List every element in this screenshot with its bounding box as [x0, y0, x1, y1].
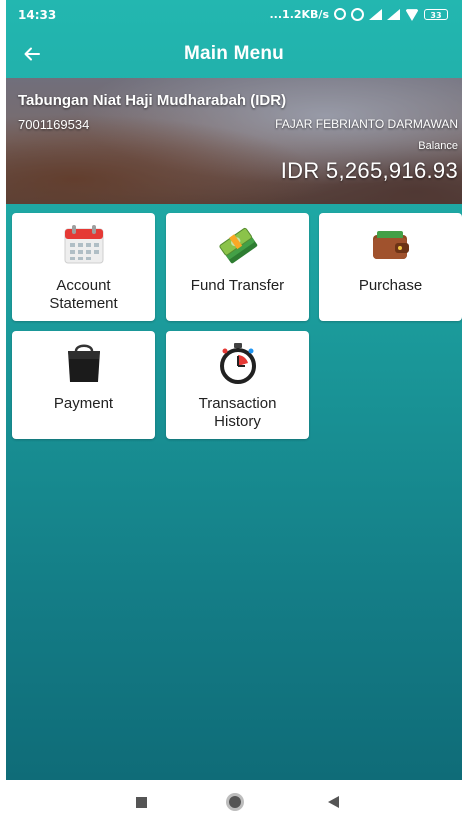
money-stack-icon	[218, 227, 257, 264]
transaction-history-button[interactable]: Transaction History	[166, 331, 309, 439]
battery-icon: 33	[424, 8, 448, 20]
fund-transfer-button[interactable]: Fund Transfer	[166, 213, 309, 321]
payment-button[interactable]: Payment	[12, 331, 155, 439]
wallet-icon	[372, 231, 409, 259]
recent-apps-button[interactable]	[136, 797, 147, 808]
payment-label: Payment	[53, 395, 114, 412]
stopwatch-icon	[219, 343, 256, 384]
status-icons: ...1.2KB/s 33	[269, 7, 448, 21]
account-number: 7001169534	[18, 117, 90, 132]
account-banner[interactable]: Tabungan Niat Haji Mudharabah (IDR) 7001…	[6, 78, 462, 204]
account-statement-label: Account Statement	[49, 277, 118, 312]
purchase-label: Purchase	[358, 277, 423, 294]
balance-value: IDR 5,265,916.93	[280, 158, 458, 183]
status-bar: 14:33 ...1.2KB/s 33	[6, 0, 462, 30]
signal-icon-2	[387, 8, 400, 20]
system-nav-bar	[0, 780, 468, 828]
calendar-icon	[64, 225, 103, 264]
account-name: Tabungan Niat Haji Mudharabah (IDR)	[18, 92, 287, 109]
home-button[interactable]	[226, 793, 244, 811]
network-speed: ...1.2KB/s	[269, 7, 330, 21]
account-statement-button[interactable]: Account Statement	[12, 213, 155, 321]
shopping-bag-icon	[67, 344, 100, 382]
system-back-button[interactable]	[328, 796, 339, 808]
sync-icon	[334, 8, 346, 20]
status-time: 14:33	[18, 8, 57, 22]
account-holder: FAJAR FEBRIANTO DARMAWAN	[275, 117, 458, 131]
app-screen: 14:33 ...1.2KB/s 33 Main Menu Tabungan N…	[6, 0, 462, 780]
signal-icon	[369, 8, 382, 20]
wifi-icon	[405, 9, 419, 21]
purchase-button[interactable]: Purchase	[319, 213, 462, 321]
app-bar: Main Menu	[6, 30, 462, 78]
fund-transfer-label: Fund Transfer	[190, 277, 285, 294]
page-title: Main Menu	[184, 43, 284, 64]
transaction-history-label: Transaction History	[198, 395, 277, 430]
alarm-icon	[351, 7, 364, 21]
balance-label: Balance	[418, 140, 458, 152]
